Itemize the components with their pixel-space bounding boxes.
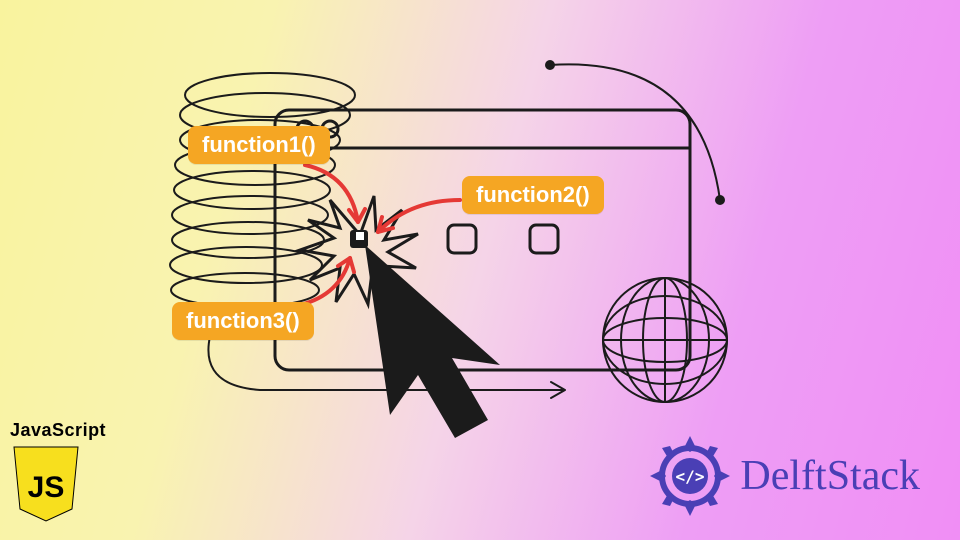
badge-function1: function1() [188,126,330,164]
javascript-logo: JavaScript JS [10,420,110,528]
svg-text:</>: </> [676,467,705,486]
javascript-logo-title: JavaScript [10,420,110,441]
delftstack-logo: </> DelftStack [650,436,920,516]
diagram-stage: function1() function2() function3() Java… [0,0,960,540]
js-monogram: JS [28,471,65,504]
badge-function2: function2() [462,176,604,214]
badge-function3: function3() [172,302,314,340]
delftstack-wordmark: DelftStack [740,452,920,500]
js-shield-icon: JS [10,445,82,523]
delftstack-emblem-icon: </> [650,436,730,516]
